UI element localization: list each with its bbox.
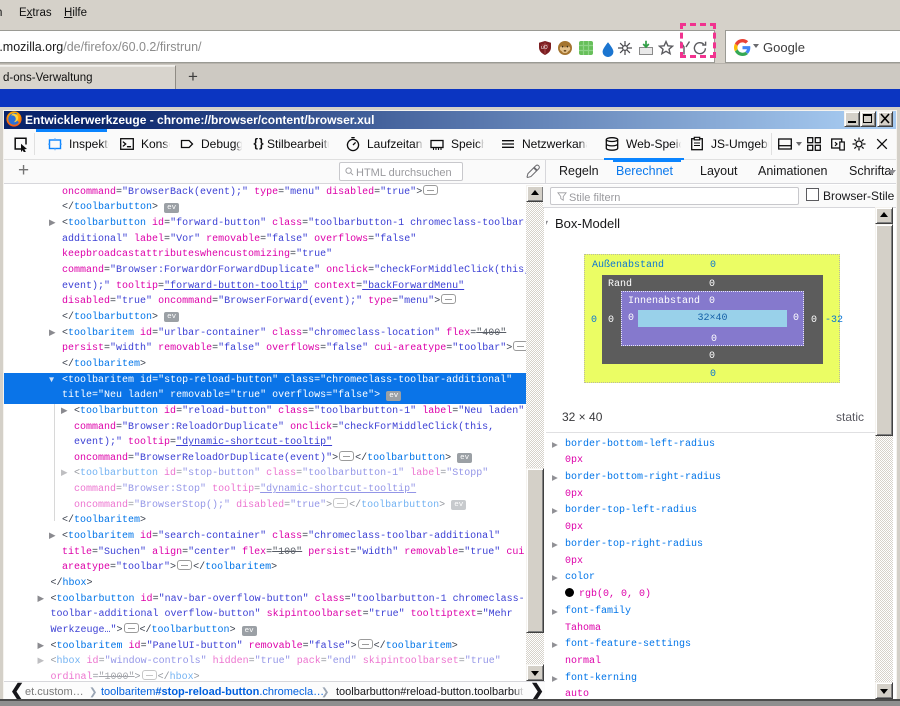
svg-text:uO: uO (541, 45, 548, 51)
